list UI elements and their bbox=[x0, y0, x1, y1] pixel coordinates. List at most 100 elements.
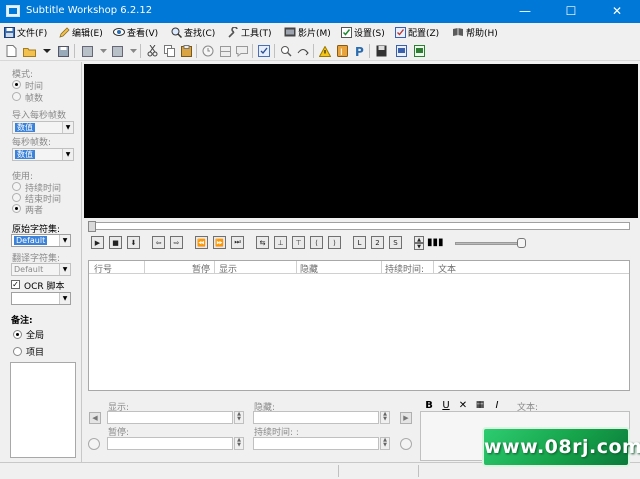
volume-thumb[interactable] bbox=[517, 238, 526, 248]
ratio-2-icon[interactable]: 2 bbox=[371, 236, 384, 249]
set-hide-icon[interactable]: ⊤ bbox=[292, 236, 305, 249]
underline-button[interactable]: U bbox=[440, 399, 452, 411]
ocr-checkbox[interactable]: ✓ bbox=[11, 280, 20, 289]
stop-icon[interactable]: ■ bbox=[109, 236, 122, 249]
pause-time-spinner[interactable]: ▲ ▼ bbox=[234, 437, 244, 450]
rewind-icon[interactable]: ⏪ bbox=[195, 236, 208, 249]
ratio-l-icon[interactable]: L bbox=[353, 236, 366, 249]
col-duration[interactable]: 持续时间: bbox=[385, 262, 424, 275]
use-both-radio[interactable] bbox=[12, 204, 21, 213]
paste-icon[interactable] bbox=[179, 44, 193, 58]
show-time-field[interactable] bbox=[107, 411, 233, 424]
separator bbox=[274, 44, 275, 58]
clock-icon[interactable] bbox=[400, 438, 412, 450]
step-down-icon[interactable]: ⬇ bbox=[127, 236, 140, 249]
bold-button[interactable]: B bbox=[423, 399, 435, 411]
orig-charset-select[interactable]: Default ▼ bbox=[11, 234, 71, 247]
notes-textarea[interactable] bbox=[10, 362, 76, 458]
set-show-time-icon[interactable]: ◀ bbox=[89, 412, 101, 424]
duration-field[interactable] bbox=[253, 437, 379, 450]
dropdown-arrow-icon[interactable] bbox=[40, 44, 54, 58]
separator bbox=[252, 44, 253, 58]
strikeout-icon[interactable]: ✕ bbox=[457, 399, 469, 411]
new-file-icon[interactable] bbox=[4, 44, 18, 58]
menu-view[interactable]: 查看(V) bbox=[113, 25, 158, 39]
notes-item-radio[interactable] bbox=[13, 347, 22, 356]
info-icon[interactable]: I bbox=[335, 44, 349, 58]
menu-profile[interactable]: 配置(Z) bbox=[394, 25, 439, 39]
replace-icon[interactable] bbox=[296, 44, 310, 58]
grid-icon[interactable] bbox=[218, 44, 232, 58]
menu-help[interactable]: 帮助(H) bbox=[452, 25, 498, 39]
col-show[interactable]: 显示 bbox=[219, 262, 237, 275]
color-grid-icon[interactable]: ▦ bbox=[474, 399, 486, 411]
pascal-p-icon[interactable]: P bbox=[352, 44, 366, 58]
cut-icon[interactable] bbox=[145, 44, 159, 58]
play-icon[interactable]: ▶ bbox=[91, 236, 104, 249]
export-icon[interactable] bbox=[394, 44, 408, 58]
set-show-icon[interactable]: ⊥ bbox=[274, 236, 287, 249]
ratio-s-icon[interactable]: S bbox=[389, 236, 402, 249]
import-icon[interactable] bbox=[412, 44, 426, 58]
save-as-icon[interactable] bbox=[80, 44, 94, 58]
col-hide[interactable]: 隐藏 bbox=[300, 262, 318, 275]
menu-tools[interactable]: 工具(T) bbox=[227, 25, 272, 39]
spell-icon[interactable] bbox=[257, 44, 271, 58]
video-preview[interactable] bbox=[84, 64, 638, 218]
seek-thumb[interactable] bbox=[88, 221, 96, 232]
notes-global-radio[interactable] bbox=[13, 330, 22, 339]
save-file-icon[interactable] bbox=[56, 44, 70, 58]
hide-time-spinner[interactable]: ▲ ▼ bbox=[380, 411, 390, 424]
col-pause[interactable]: 暂停 bbox=[192, 262, 210, 275]
mode-frames-radio[interactable] bbox=[12, 92, 21, 101]
clock-icon[interactable] bbox=[88, 438, 100, 450]
book-icon bbox=[452, 26, 464, 38]
maximize-button[interactable]: ☐ bbox=[548, 0, 594, 23]
show-time-spinner[interactable]: ▲ ▼ bbox=[234, 411, 244, 424]
dropdown-arrow-icon[interactable] bbox=[126, 44, 140, 58]
minimize-button[interactable]: — bbox=[502, 0, 548, 23]
mode-time-radio[interactable] bbox=[12, 80, 21, 89]
floppy-icon[interactable] bbox=[374, 44, 388, 58]
volume-slider[interactable] bbox=[455, 242, 525, 245]
spin-up-icon[interactable]: ▲ bbox=[414, 236, 424, 243]
start-subtitle-icon[interactable]: ⟨ bbox=[310, 236, 323, 249]
ocr-script-select[interactable]: ▼ bbox=[11, 292, 71, 305]
col-text[interactable]: 文本 bbox=[438, 262, 456, 275]
use-end-time-radio[interactable] bbox=[12, 193, 21, 202]
forward-icon[interactable]: ⇨ bbox=[170, 236, 183, 249]
trans-charset-select[interactable]: Default ▼ bbox=[11, 263, 71, 276]
set-hide-time-icon[interactable]: ▶ bbox=[400, 412, 412, 424]
input-fps-select[interactable]: 数值 ▼ bbox=[12, 121, 74, 134]
sync-icon[interactable]: ⇆ bbox=[256, 236, 269, 249]
pause-time-field[interactable] bbox=[107, 437, 233, 450]
duration-spinner[interactable]: ▲ ▼ bbox=[380, 437, 390, 450]
fast-forward-icon[interactable]: ⏩ bbox=[213, 236, 226, 249]
subtitle-grid[interactable]: 行号 暂停 显示 隐藏 持续时间: 文本 bbox=[88, 260, 630, 391]
close-button[interactable]: ✕ bbox=[594, 0, 640, 23]
hide-time-field[interactable] bbox=[253, 411, 379, 424]
menu-edit[interactable]: 编辑(E) bbox=[58, 25, 103, 39]
italic-button[interactable]: I bbox=[491, 399, 503, 411]
menu-movie[interactable]: 影片(M) bbox=[284, 25, 331, 39]
copy-icon[interactable] bbox=[162, 44, 176, 58]
back-icon[interactable]: ⇦ bbox=[152, 236, 165, 249]
translation-save-icon[interactable] bbox=[110, 44, 124, 58]
next-frame-icon[interactable]: ⏭ bbox=[231, 236, 244, 249]
dropdown-arrow-icon[interactable] bbox=[96, 44, 110, 58]
end-subtitle-icon[interactable]: ⟩ bbox=[328, 236, 341, 249]
settings-icon bbox=[340, 26, 352, 38]
comment-icon[interactable] bbox=[235, 44, 249, 58]
seek-bar[interactable] bbox=[88, 222, 630, 230]
menu-search[interactable]: 查找(C) bbox=[170, 25, 215, 39]
col-line[interactable]: 行号 bbox=[94, 262, 112, 275]
warning-icon[interactable] bbox=[318, 44, 332, 58]
menu-file[interactable]: 文件(F) bbox=[3, 25, 47, 39]
spin-down-icon[interactable]: ▼ bbox=[414, 243, 424, 250]
clock-icon[interactable] bbox=[201, 44, 215, 58]
menu-settings[interactable]: 设置(S) bbox=[340, 25, 385, 39]
fps-select[interactable]: 数值 ▼ bbox=[12, 148, 74, 161]
search-icon[interactable] bbox=[279, 44, 293, 58]
use-duration-radio[interactable] bbox=[12, 182, 21, 191]
open-folder-icon[interactable] bbox=[22, 44, 36, 58]
